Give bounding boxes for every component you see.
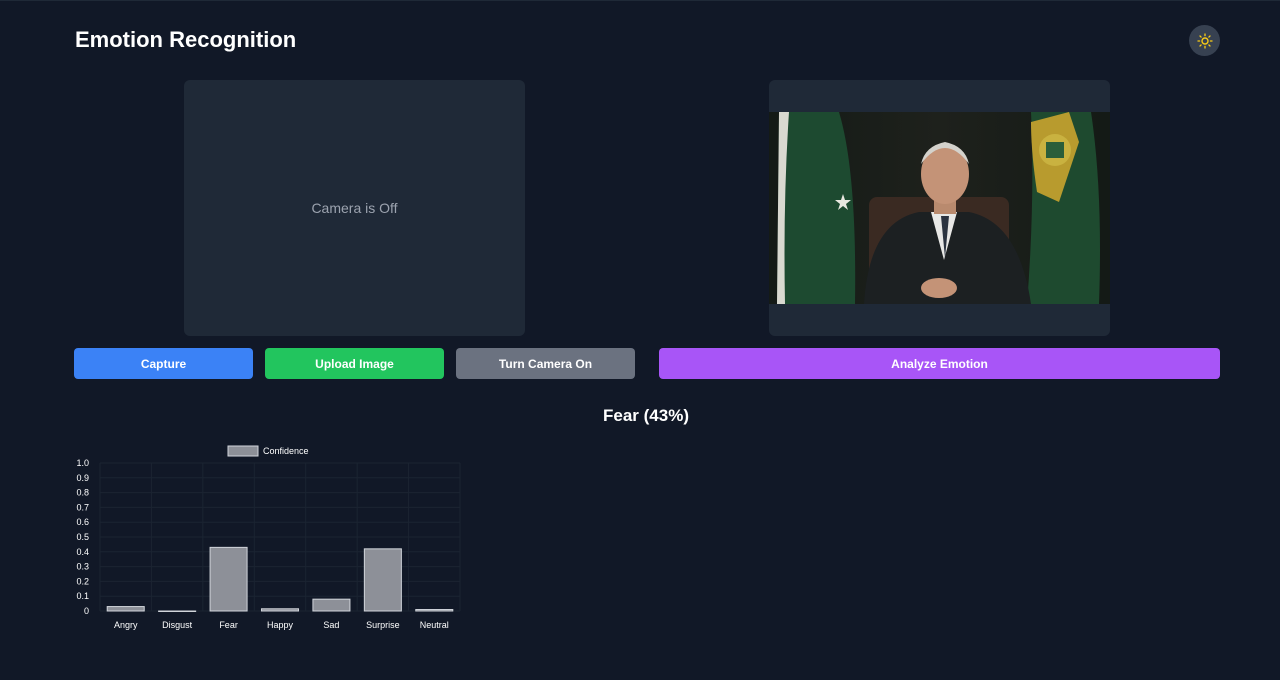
x-tick-label: Neutral (420, 620, 449, 630)
page-title: Emotion Recognition (75, 27, 297, 52)
bar-disgust[interactable] (158, 610, 197, 612)
y-tick-label: 0.7 (76, 502, 89, 512)
uploaded-photo (769, 112, 1110, 304)
legend-label: Confidence (263, 446, 309, 456)
result-label: Fear (43%) (603, 406, 689, 425)
y-axis: 0 0.1 0.2 0.3 0.4 0.5 0.6 0.7 0.8 0.9 1.0 (76, 458, 89, 616)
app-window: Emotion Recognition Camera is Off Captur… (0, 0, 1280, 680)
capture-button[interactable]: Capture (74, 348, 253, 379)
x-tick-label: Happy (267, 620, 294, 630)
x-tick-label: Angry (114, 620, 138, 630)
theme-toggle-button[interactable] (1189, 25, 1220, 56)
camera-panel: Camera is Off (184, 80, 525, 336)
y-tick-label: 0.1 (76, 591, 89, 601)
chart-grid (99, 462, 461, 612)
x-tick-label: Fear (219, 620, 238, 630)
y-tick-label: 0 (84, 606, 89, 616)
y-tick-label: 0.9 (76, 473, 89, 483)
y-tick-label: 0.2 (76, 576, 89, 586)
upload-image-button[interactable]: Upload Image (265, 348, 444, 379)
bar-happy[interactable] (260, 608, 300, 612)
confidence-chart: Confidence 0 0.1 0.2 0.3 0.4 0.5 0.6 0.7 0.8 0.9 1… (76, 445, 461, 630)
sun-icon (1196, 32, 1213, 49)
y-tick-label: 0.4 (76, 547, 89, 557)
y-tick-label: 0.5 (76, 532, 89, 542)
y-tick-label: 0.8 (76, 488, 89, 498)
bar-angry[interactable] (106, 606, 145, 612)
legend-swatch (227, 445, 259, 457)
x-tick-label: Surprise (366, 620, 400, 630)
bar-sad[interactable] (312, 598, 351, 612)
bar-neutral[interactable] (415, 609, 454, 612)
y-tick-label: 0.6 (76, 517, 89, 527)
chart-legend[interactable]: Confidence (227, 445, 309, 457)
turn-camera-on-button[interactable]: Turn Camera On (456, 348, 635, 379)
analyze-emotion-button[interactable]: Analyze Emotion (659, 348, 1220, 379)
x-tick-label: Sad (323, 620, 339, 630)
bar-fear[interactable] (209, 546, 248, 612)
y-tick-label: 0.3 (76, 562, 89, 572)
x-tick-label: Disgust (162, 620, 193, 630)
bar-surprise[interactable] (363, 548, 402, 612)
y-tick-label: 1.0 (76, 458, 89, 468)
chart-bars (106, 546, 454, 612)
image-preview-panel (769, 80, 1110, 336)
x-axis: Angry Disgust Fear Happy Sad Surprise Neutral (114, 620, 449, 630)
camera-status-text: Camera is Off (311, 200, 398, 216)
